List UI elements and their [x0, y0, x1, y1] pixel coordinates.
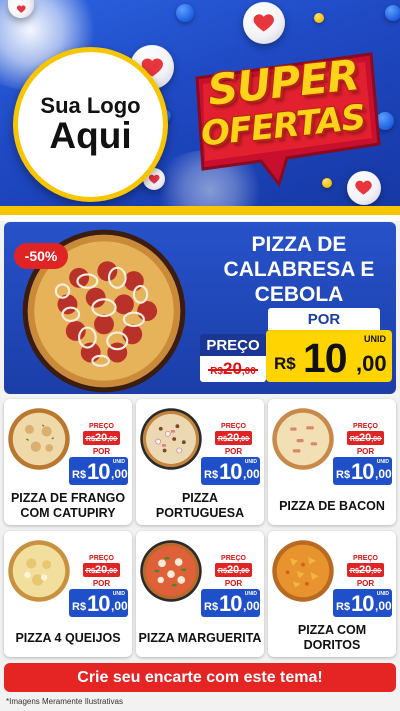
product-name: PIZZA PORTUGUESA [155, 491, 245, 520]
new-price-decimal: ,00 [243, 599, 260, 613]
featured-product[interactable]: -50% PIZZA DE CALABRESA E CEBOLA PREÇO R… [4, 222, 396, 394]
new-price-label: POR [224, 578, 243, 588]
pizza-4-queijos-image [8, 540, 70, 602]
old-price: R$20,00 [208, 359, 258, 378]
product-card[interactable]: PREÇO R$20,00 POR UNID R$ 10 ,00 PIZZA P… [136, 399, 264, 525]
heart-bubble-icon [243, 2, 285, 44]
new-price-integer: 10 [87, 591, 111, 616]
new-price-integer: 10 [351, 591, 375, 616]
new-price-integer: 10 [351, 459, 375, 484]
new-price-currency: R$ [204, 469, 219, 481]
product-name: PIZZA DE FRANGO COM CATUPIRY [10, 491, 126, 520]
unit-label: UNID [376, 459, 389, 465]
unit-label: UNID [112, 459, 125, 465]
pizza-frango-catupiry-image [8, 408, 70, 470]
pizza-bacon-image [272, 408, 334, 470]
divider-yellow [0, 206, 400, 215]
new-price-currency: R$ [204, 601, 219, 613]
new-price-box: UNID R$ 10 ,00 [69, 589, 128, 617]
old-price-box: R$20,00 [215, 563, 252, 577]
new-price-label: POR [92, 446, 111, 456]
old-price: R$20,00 [85, 564, 118, 576]
divider-white [0, 215, 400, 221]
like-icon [176, 4, 194, 22]
unit-label: UNID [112, 591, 125, 597]
old-price-box: R$20,00 [347, 431, 384, 445]
create-flyer-button[interactable]: Crie seu encarte com este tema! [4, 663, 396, 692]
new-price-box: UNID R$ 10 ,00 [201, 589, 260, 617]
product-name: PIZZA 4 QUEIJOS [15, 630, 121, 645]
old-price: R$20,00 [217, 432, 250, 444]
new-price-box: UNID R$ 10 ,00 [333, 589, 392, 617]
new-price-label: POR [356, 446, 375, 456]
new-price-currency: R$ [336, 601, 351, 613]
super-ofertas-badge: SUPER OFERTAS [183, 48, 383, 188]
new-price-decimal: ,00 [243, 467, 260, 481]
new-price-integer: 10 [303, 335, 348, 381]
new-price-currency: R$ [72, 469, 87, 481]
product-name: PIZZA COM DORITOS [297, 623, 367, 652]
logo-text-line2: Aqui [49, 114, 132, 156]
product-card[interactable]: PREÇO R$20,00 POR UNID R$ 10 ,00 PIZZA C… [268, 531, 396, 657]
old-price-box: R$20,00 [347, 563, 384, 577]
logo-text-line1: Sua Logo [40, 92, 141, 118]
old-price-label: PREÇO [347, 421, 384, 431]
old-price-box: R$20,00 [83, 563, 120, 577]
featured-product-name: PIZZA DE CALABRESA E CEBOLA [223, 233, 375, 307]
old-price: R$20,00 [349, 432, 382, 444]
old-price-label: PREÇO [83, 421, 120, 431]
old-price-label: PREÇO [215, 421, 252, 431]
emoji-icon [314, 13, 324, 23]
new-price-label: POR [92, 578, 111, 588]
new-price-currency: R$ [274, 354, 296, 373]
product-name: PIZZA MARGUERITA [138, 630, 262, 645]
new-price-box: UNID R$ 10 ,00 [69, 457, 128, 485]
discount-badge: -50% [14, 243, 68, 269]
product-card[interactable]: PREÇO R$20,00 POR UNID R$ 10 ,00 PIZZA 4… [4, 531, 132, 657]
new-price-decimal: ,00 [356, 351, 387, 376]
old-price-label: PREÇO [83, 553, 120, 563]
new-price-currency: R$ [72, 601, 87, 613]
new-price-label: POR [268, 308, 380, 330]
unit-label: UNID [244, 459, 257, 465]
unit-label: UNID [376, 591, 389, 597]
new-price-integer: 10 [219, 591, 243, 616]
old-price-box: R$20,00 [200, 356, 266, 382]
unit-label: UNID [364, 334, 386, 344]
new-price-integer: 10 [219, 459, 243, 484]
new-price-box: UNID R$ 10 ,00 [201, 457, 260, 485]
new-price-label: POR [356, 578, 375, 588]
unit-label: UNID [244, 591, 257, 597]
old-price-box: R$20,00 [215, 431, 252, 445]
old-price: R$20,00 [217, 564, 250, 576]
old-price: R$20,00 [349, 564, 382, 576]
pizza-marguerita-image [140, 540, 202, 602]
new-price-label: POR [224, 446, 243, 456]
old-price-label: PREÇO [347, 553, 384, 563]
old-price-label: PREÇO [215, 553, 252, 563]
new-price-currency: R$ [336, 469, 351, 481]
pizza-portuguesa-image [140, 408, 202, 470]
old-price: R$20,00 [85, 432, 118, 444]
new-price-integer: 10 [87, 459, 111, 484]
new-price-box: UNID R$ 10 ,00 [266, 330, 392, 382]
logo-placeholder: Sua Logo Aqui [13, 47, 168, 202]
product-card[interactable]: PREÇO R$20,00 POR UNID R$ 10 ,00 PIZZA D… [4, 399, 132, 525]
new-price-decimal: ,00 [111, 599, 128, 613]
new-price-decimal: ,00 [375, 599, 392, 613]
new-price-box: UNID R$ 10 ,00 [333, 457, 392, 485]
old-price-label: PREÇO [200, 334, 266, 356]
pizza-doritos-image [272, 540, 334, 602]
new-price-decimal: ,00 [111, 467, 128, 481]
new-price-decimal: ,00 [375, 467, 392, 481]
disclaimer-text: *Imagens Meramente Ilustrativas [6, 697, 123, 706]
like-icon [385, 5, 400, 21]
product-name: PIZZA DE BACON [279, 498, 385, 513]
product-card[interactable]: PREÇO R$20,00 POR UNID R$ 10 ,00 PIZZA D… [268, 399, 396, 525]
product-card[interactable]: PREÇO R$20,00 POR UNID R$ 10 ,00 PIZZA M… [136, 531, 264, 657]
old-price-box: R$20,00 [83, 431, 120, 445]
header-banner: Sua Logo Aqui SUPER OFERTAS [0, 0, 400, 210]
